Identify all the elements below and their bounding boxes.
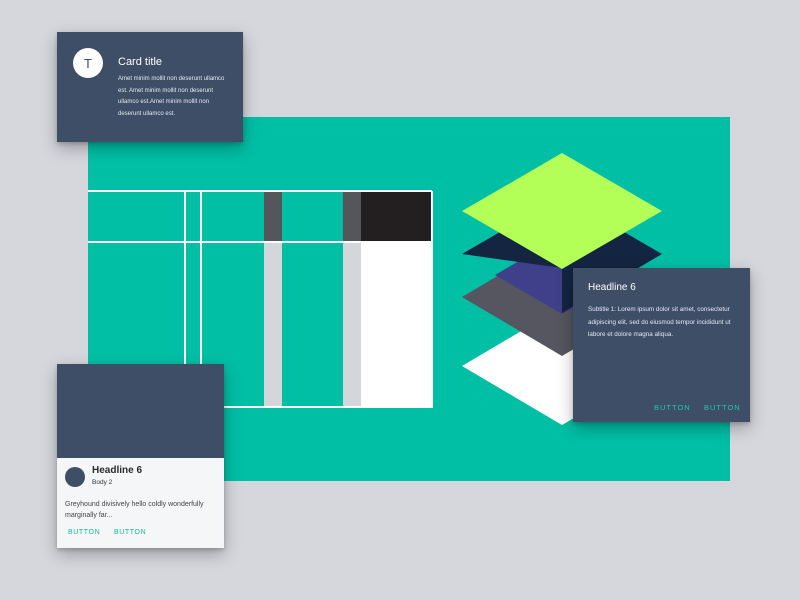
card-right: Headline 6 Subtitle 1: Lorem ipsum dolor… xyxy=(573,268,750,422)
card-bottom-left: Headline 6 Body 2 Greyhound divisively h… xyxy=(57,364,224,548)
card-body-text: Amet minim mollit non deserunt ullamco e… xyxy=(118,76,225,117)
card-bottom-button-1[interactable]: BUTTON xyxy=(68,529,100,536)
card-subhead: Body 2 xyxy=(92,479,113,486)
card-top-left: T Card title Amet minim mollit non deser… xyxy=(57,32,243,142)
card-right-button-2[interactable]: BUTTON xyxy=(704,403,741,412)
card-media-area xyxy=(57,364,224,458)
avatar xyxy=(65,467,85,487)
card-title: Card title xyxy=(118,56,163,68)
card-body-text: Greyhound divisively hello coldly wonder… xyxy=(65,501,204,519)
card-subtitle-text: Subtitle 1: Lorem ipsum dolor sit amet, … xyxy=(588,306,731,338)
card-right-button-1[interactable]: BUTTON xyxy=(654,403,691,412)
card-bottom-button-2[interactable]: BUTTON xyxy=(114,529,146,536)
card-headline: Headline 6 xyxy=(92,465,143,476)
avatar-letter: T xyxy=(73,48,103,78)
card-headline: Headline 6 xyxy=(588,282,636,293)
